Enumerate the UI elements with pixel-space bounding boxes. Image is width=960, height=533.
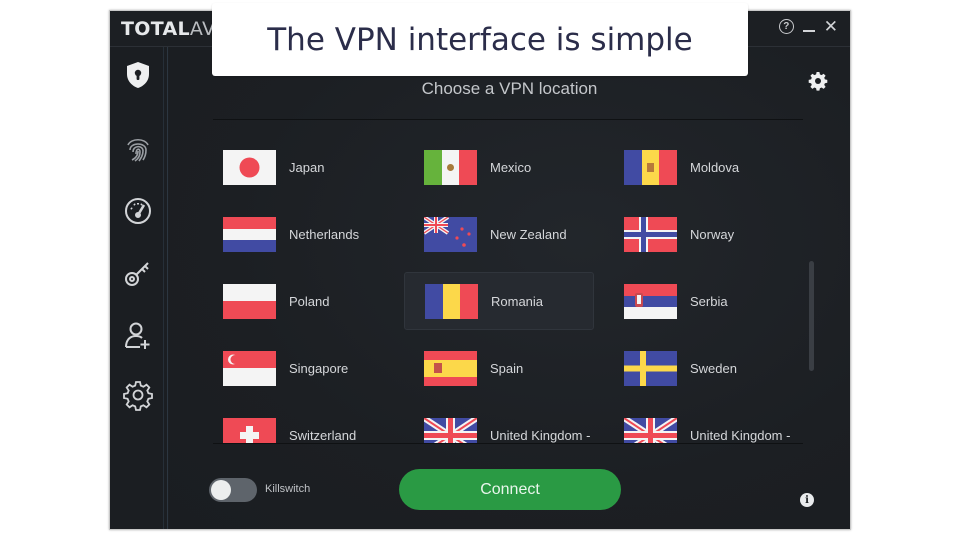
shield-lock-icon bbox=[127, 62, 149, 88]
flag-jp-icon bbox=[223, 149, 276, 185]
flag-md-icon bbox=[624, 149, 677, 185]
location-item[interactable]: Netherlands bbox=[213, 205, 403, 263]
location-name: United Kingdom - bbox=[490, 427, 591, 443]
location-item[interactable]: United Kingdom - bbox=[414, 406, 604, 444]
location-list[interactable]: Japan Mexico Moldova Netherlands New Zealand… bbox=[213, 119, 803, 444]
sidebar-item-fingerprint[interactable] bbox=[120, 131, 156, 167]
minimize-button[interactable] bbox=[802, 21, 815, 33]
page-title: Choose a VPN location bbox=[421, 79, 598, 98]
location-item[interactable]: Moldova bbox=[614, 138, 803, 196]
app-logo: TOTALAV bbox=[121, 18, 215, 40]
killswitch-toggle[interactable] bbox=[209, 478, 257, 502]
location-name: Moldova bbox=[690, 159, 740, 175]
flag-se-icon bbox=[624, 350, 677, 386]
flag-es-icon bbox=[424, 350, 477, 386]
location-name: Singapore bbox=[289, 360, 349, 376]
sidebar-item-speed[interactable] bbox=[120, 193, 156, 229]
flag-nl-icon bbox=[223, 216, 276, 252]
location-name: Spain bbox=[490, 360, 524, 376]
location-item[interactable] bbox=[614, 119, 803, 121]
location-name: Serbia bbox=[690, 293, 728, 309]
location-name: United Kingdom - bbox=[690, 427, 791, 443]
scrollbar-thumb[interactable] bbox=[809, 261, 814, 371]
location-item[interactable]: Sweden bbox=[614, 339, 803, 397]
flag-nz-icon bbox=[424, 216, 477, 252]
close-button[interactable]: ✕ bbox=[824, 18, 838, 35]
location-item[interactable]: Romania bbox=[404, 272, 594, 330]
location-name: Netherlands bbox=[289, 226, 360, 242]
speedometer-icon bbox=[125, 198, 151, 224]
sidebar-item-settings[interactable] bbox=[120, 377, 156, 413]
fingerprint-icon bbox=[127, 138, 149, 162]
location-item[interactable]: New Zealand bbox=[414, 205, 604, 263]
brand-total: TOTAL bbox=[121, 18, 190, 40]
flag-ro-icon bbox=[425, 283, 478, 319]
location-item[interactable]: Serbia bbox=[614, 272, 803, 330]
location-item[interactable]: Switzerland bbox=[213, 406, 403, 444]
sidebar-item-vpn[interactable] bbox=[120, 57, 156, 93]
location-item[interactable]: United Kingdom - bbox=[614, 406, 803, 444]
key-icon bbox=[125, 262, 149, 286]
location-name: Poland bbox=[289, 293, 330, 309]
killswitch-label: Killswitch bbox=[265, 483, 311, 495]
flag-rs-icon bbox=[624, 283, 677, 319]
location-item[interactable]: Mexico bbox=[414, 138, 604, 196]
location-name: Mexico bbox=[490, 159, 532, 175]
location-item[interactable]: Poland bbox=[213, 272, 403, 330]
location-name: Norway bbox=[690, 226, 735, 242]
sidebar bbox=[110, 47, 168, 529]
location-item[interactable]: Norway bbox=[614, 205, 803, 263]
flag-gb-icon bbox=[424, 417, 477, 444]
flag-pl-icon bbox=[223, 283, 276, 319]
sidebar-item-password[interactable] bbox=[120, 255, 156, 291]
location-name: New Zealand bbox=[490, 226, 567, 242]
location-item[interactable] bbox=[213, 119, 403, 121]
flag-no-icon bbox=[624, 216, 677, 252]
main-panel: Choose a VPN location Japan Mexico Moldova… bbox=[169, 47, 850, 529]
location-name: Japan bbox=[289, 159, 325, 175]
location-item[interactable]: Singapore bbox=[213, 339, 403, 397]
location-item[interactable]: Spain bbox=[414, 339, 604, 397]
location-name: Switzerland bbox=[289, 427, 357, 443]
info-icon[interactable]: i bbox=[800, 493, 814, 507]
window-controls: ? ✕ bbox=[778, 18, 838, 35]
sidebar-item-add-user[interactable] bbox=[120, 317, 156, 353]
location-name: Sweden bbox=[690, 360, 737, 376]
help-icon[interactable]: ? bbox=[778, 19, 794, 34]
flag-mx-icon bbox=[424, 149, 477, 185]
gear-icon bbox=[123, 381, 153, 411]
location-item[interactable]: Japan bbox=[213, 138, 403, 196]
caption-banner: The VPN interface is simple bbox=[212, 3, 748, 76]
flag-gb-icon bbox=[624, 417, 677, 444]
connect-button[interactable]: Connect bbox=[399, 469, 621, 510]
flag-sg-icon bbox=[223, 350, 276, 386]
settings-gear-icon[interactable] bbox=[808, 71, 828, 91]
user-plus-icon bbox=[125, 322, 150, 349]
vpn-app-window: TOTALAV ? ✕ Choose a VPN location Japan … bbox=[109, 10, 851, 530]
location-name: Romania bbox=[491, 293, 544, 309]
location-item[interactable] bbox=[414, 119, 604, 121]
flag-ch-icon bbox=[223, 417, 276, 444]
toggle-knob bbox=[211, 480, 231, 500]
